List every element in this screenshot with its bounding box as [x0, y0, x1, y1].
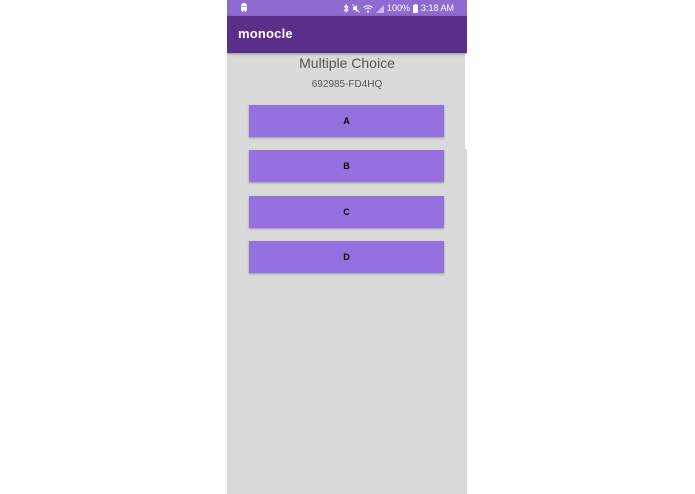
status-bar: 100% 3:18 AM — [227, 0, 467, 16]
choice-a-button[interactable]: A — [249, 105, 444, 137]
clock: 3:18 AM — [420, 3, 454, 13]
choice-b-button[interactable]: B — [249, 150, 444, 182]
phone-screen: 100% 3:18 AM monocle Multiple Choice 692… — [227, 0, 467, 494]
android-icon — [240, 3, 248, 12]
scrollbar[interactable] — [465, 54, 467, 149]
battery-percentage: 100% — [386, 3, 410, 13]
wifi-icon — [363, 4, 373, 13]
app-title: monocle — [238, 26, 293, 41]
session-code: 692985-FD4HQ — [311, 79, 383, 90]
signal-icon — [375, 4, 384, 13]
bluetooth-icon — [343, 3, 349, 13]
choice-d-button[interactable]: D — [249, 241, 444, 273]
battery-icon — [412, 3, 418, 13]
choice-c-button[interactable]: C — [249, 196, 444, 228]
app-bar: monocle — [227, 16, 467, 53]
mute-icon — [352, 3, 360, 13]
page-title: Multiple Choice — [299, 55, 395, 71]
